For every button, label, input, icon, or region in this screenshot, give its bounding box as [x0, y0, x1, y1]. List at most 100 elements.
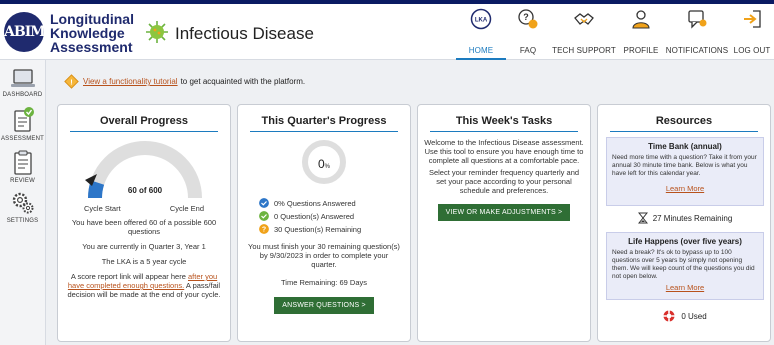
score-report-text: A score report link will appear here aft…	[64, 272, 224, 299]
week-reminder-text: Select your reminder frequency quarterly…	[428, 168, 580, 195]
tutorial-banner: ! View a functionality tutorial to get a…	[64, 74, 305, 89]
handshake-icon	[574, 13, 594, 25]
user-icon	[632, 10, 650, 29]
title-underline	[430, 131, 578, 132]
quarter-stats: 0% Questions Answered 0 Question(s) Answ…	[238, 198, 410, 234]
stat-percent-answered: 0% Questions Answered	[274, 198, 356, 208]
minutes-remaining-row: 27 Minutes Remaining	[598, 212, 772, 224]
adjust-button-wrap: VIEW OR MAKE ADJUSTMENTS >	[418, 201, 590, 221]
gears-icon	[12, 192, 33, 214]
virus-icon	[146, 21, 168, 43]
title-underline	[250, 131, 398, 132]
check-blue-icon	[259, 198, 269, 208]
bypass-used: 0 Used	[681, 311, 707, 321]
assessment-icon	[13, 107, 34, 132]
time-remaining: Time Remaining: 69 Days	[280, 278, 367, 287]
nav-tech-support-label: TECH SUPPORT	[552, 46, 616, 55]
life-happens-title: Life Happens (over five years)	[628, 237, 742, 246]
answer-button-wrap: ANSWER QUESTIONS >	[238, 294, 410, 314]
sidebar-item-settings[interactable]: SETTINGS	[0, 190, 45, 224]
sidebar: DASHBOARD ASSESSMENT REVIEW SETTINGS	[0, 60, 46, 345]
disease-name: Infectious Disease	[175, 24, 314, 43]
nav-faq-label: FAQ	[519, 46, 537, 55]
nav-profile[interactable]: PROFILE	[618, 4, 664, 60]
overall-progress-card: Overall Progress 60 of 600 Cycle Start C…	[57, 104, 231, 342]
app-frame: ABIM Longitudinal Knowledge Assessment I…	[0, 0, 774, 345]
warning-diamond-icon: !	[64, 74, 79, 89]
laptop-icon	[10, 69, 35, 87]
lka-home-icon: LKA	[470, 8, 492, 30]
nav-log-out-label: LOG OUT	[733, 46, 771, 55]
sidebar-item-assessment-label: ASSESSMENT	[0, 136, 44, 142]
resources-title: Resources	[655, 115, 713, 127]
quarter-text: You are currently in Quarter 3, Year 1	[82, 242, 206, 251]
answer-questions-button[interactable]: ANSWER QUESTIONS >	[274, 297, 374, 314]
cycle-text: The LKA is a 5 year cycle	[101, 257, 187, 266]
used-row: 0 Used	[598, 310, 772, 322]
tutorial-text: to get acquainted with the platform.	[180, 77, 306, 86]
svg-text:?: ?	[523, 12, 529, 22]
quarter-percent: 0%	[300, 155, 348, 173]
sidebar-item-assessment[interactable]: ASSESSMENT	[0, 106, 45, 142]
offered-text: You have been offered 60 of a possible 6…	[71, 218, 217, 236]
sidebar-item-dashboard-label: DASHBOARD	[2, 92, 43, 98]
main-nav: LKA HOME ? FAQ TECH SUPPORT PROFILE NOTI…	[456, 4, 774, 60]
app-title-line-1: Longitudinal	[50, 11, 134, 27]
quarter-progress-card: This Quarter's Progress 0% 0% Questions …	[237, 104, 411, 342]
hourglass-icon	[637, 212, 648, 224]
nav-home[interactable]: LKA HOME	[456, 4, 506, 60]
svg-text:!: !	[70, 77, 73, 86]
week-intro-text: Welcome to the Infectious Disease assess…	[424, 138, 584, 165]
weekly-tasks-title: This Week's Tasks	[455, 115, 553, 127]
progress-gauge	[85, 141, 202, 199]
sidebar-item-settings-label: SETTINGS	[6, 218, 39, 224]
tutorial-link[interactable]: View a functionality tutorial	[83, 77, 178, 86]
nav-notifications[interactable]: NOTIFICATIONS	[664, 4, 730, 60]
top-bar: ABIM Longitudinal Knowledge Assessment I…	[0, 0, 774, 60]
nav-log-out[interactable]: LOG OUT	[730, 4, 774, 60]
title-underline	[610, 131, 758, 132]
minutes-remaining: 27 Minutes Remaining	[652, 213, 733, 223]
stat-row-percent-answered: 0% Questions Answered	[259, 198, 410, 208]
resources-card: Resources Time Bank (annual) Need more t…	[597, 104, 771, 342]
sidebar-item-review[interactable]: REVIEW	[0, 150, 45, 184]
title-underline	[70, 131, 218, 132]
stat-row-remaining: ? 30 Question(s) Remaining	[259, 224, 410, 234]
check-green-icon	[259, 211, 269, 221]
overall-progress-title: Overall Progress	[99, 115, 189, 127]
lifebuoy-icon	[663, 310, 675, 322]
time-bank-description: Need more time with a question? Take it …	[612, 154, 757, 177]
time-bank-title: Time Bank (annual)	[648, 142, 722, 151]
nav-home-label: HOME	[468, 46, 494, 55]
time-bank-box: Time Bank (annual) Need more time with a…	[606, 137, 764, 206]
app-title-line-2: Knowledge	[50, 25, 125, 41]
stat-row-answered: 0 Question(s) Answered	[259, 211, 410, 221]
nav-notifications-label: NOTIFICATIONS	[665, 46, 729, 55]
nav-profile-label: PROFILE	[623, 46, 659, 55]
svg-text:?: ?	[262, 227, 266, 234]
logout-icon	[744, 10, 761, 28]
stat-answered: 0 Question(s) Answered	[274, 211, 355, 221]
quarter-progress-title: This Quarter's Progress	[261, 115, 387, 127]
app-title: Longitudinal Knowledge Assessment	[50, 12, 134, 54]
nav-tech-support[interactable]: TECH SUPPORT	[550, 4, 618, 60]
faq-icon: ?	[518, 9, 538, 29]
notifications-icon	[688, 10, 707, 29]
question-orange-icon: ?	[259, 224, 269, 234]
deadline-text: You must finish your 30 remaining questi…	[248, 242, 400, 269]
progress-count: 60 of 600	[127, 186, 163, 195]
score-report-prefix: A score report link will appear here	[70, 272, 186, 281]
weekly-tasks-card: This Week's Tasks Welcome to the Infecti…	[417, 104, 591, 342]
progress-gauge-area: 60 of 600	[58, 138, 230, 206]
app-title-line-3: Assessment	[50, 39, 133, 55]
life-happens-learn-more[interactable]: Learn More	[666, 283, 704, 292]
quarter-percent-number: 0	[317, 157, 325, 171]
stat-remaining: 30 Question(s) Remaining	[274, 224, 362, 234]
nav-faq[interactable]: ? FAQ	[506, 4, 550, 60]
quarter-progress-ring: 0%	[300, 138, 348, 186]
sidebar-item-dashboard[interactable]: DASHBOARD	[0, 68, 45, 98]
abim-logo[interactable]: ABIM	[4, 12, 46, 52]
svg-text:LKA: LKA	[475, 18, 488, 24]
view-adjustments-button[interactable]: VIEW OR MAKE ADJUSTMENTS >	[437, 204, 571, 221]
time-bank-learn-more[interactable]: Learn More	[666, 184, 704, 193]
